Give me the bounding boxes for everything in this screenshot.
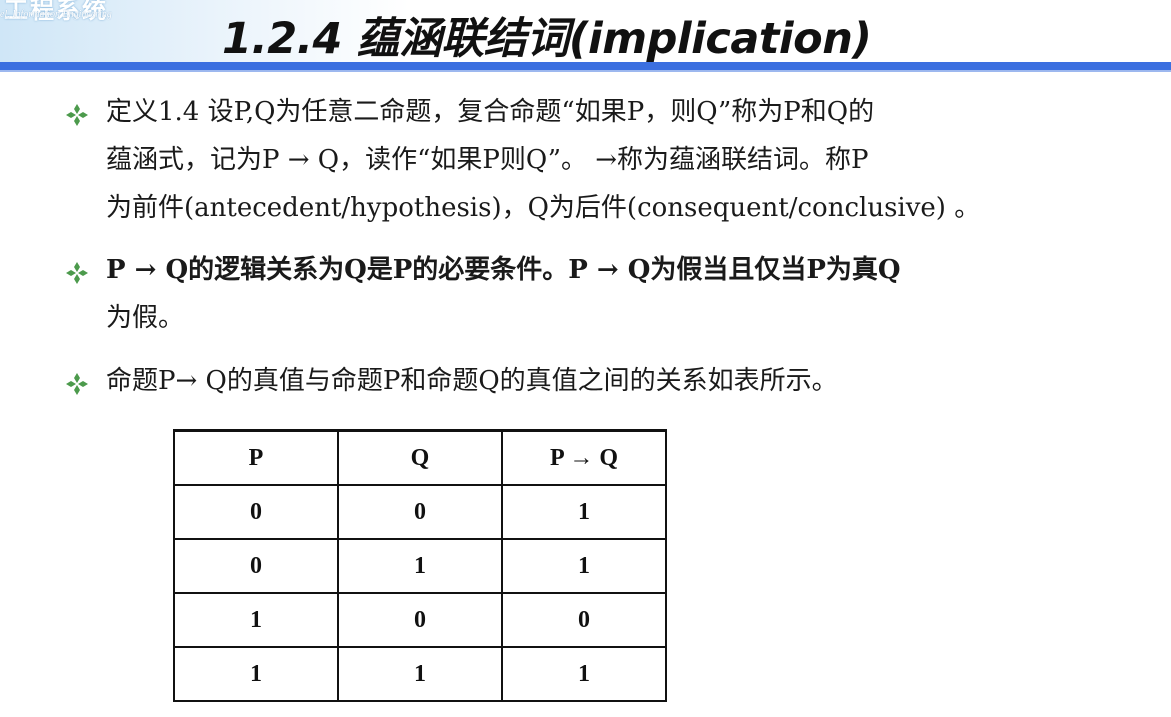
- table-row: 1 0 0: [173, 592, 667, 648]
- table-cell: 0: [501, 592, 667, 648]
- table-row: 0 0 1: [173, 484, 667, 540]
- bullet-text: 命题P→ Q的真值与命题P和命题Q的真值之间的关系如表所示。: [106, 357, 1006, 405]
- table-cell: 0: [173, 484, 339, 540]
- column-header: Q: [337, 429, 503, 486]
- table-cell: 1: [501, 646, 667, 702]
- bullet-line: 为前件(antecedent/hypothesis)，Q为后件(conseque…: [106, 193, 981, 223]
- column-header: P: [173, 429, 339, 486]
- bullet-line: 定义1.4 设P,Q为任意二命题，复合命题“如果P，则Q”称为P和Q的: [106, 97, 875, 127]
- bullet-text: 定义1.4 设P,Q为任意二命题，复合命题“如果P，则Q”称为P和Q的 蕴涵式，…: [106, 88, 1006, 232]
- title-divider-shadow: [0, 70, 1171, 72]
- bullet-line: 为假。: [106, 303, 185, 333]
- table-cell: 1: [173, 646, 339, 702]
- title-divider: [0, 62, 1171, 70]
- table-row: 0 1 1: [173, 538, 667, 594]
- table-cell: 1: [501, 484, 667, 540]
- table-cell: 0: [337, 484, 503, 540]
- table-cell: 1: [337, 646, 503, 702]
- bullet-line: 命题P→ Q的真值与命题P和命题Q的真值之间的关系如表所示。: [106, 366, 838, 396]
- table-cell: 0: [337, 592, 503, 648]
- diamond-bullet-icon: [66, 104, 88, 126]
- diamond-bullet-icon: [66, 262, 88, 284]
- bullet-line: 蕴涵式，记为P → Q，读作“如果P则Q”。 →称为蕴涵联结词。称P: [106, 145, 869, 175]
- bullet-text: P → Q的逻辑关系为Q是P的必要条件。P → Q为假当且仅当P为真Q 为假。: [106, 246, 1006, 342]
- logo-text-en: el, Information Engineering: [0, 9, 112, 20]
- table-cell: 1: [501, 538, 667, 594]
- table-cell: 0: [173, 538, 339, 594]
- diamond-bullet-icon: [66, 373, 88, 395]
- logo: 工程系统 el, Information Engineering: [0, 0, 120, 26]
- truth-table: P Q P → Q 0 0 1 0 1 1 1 0 0 1 1 1: [173, 429, 667, 702]
- column-header: P → Q: [501, 429, 667, 486]
- slide-title: 1.2.4 蕴涵联结词(implication): [222, 14, 872, 64]
- slide-header: 工程系统 el, Information Engineering 1.2.4 蕴…: [0, 0, 1171, 68]
- table-cell: 1: [173, 592, 339, 648]
- table-row: 1 1 1: [173, 646, 667, 702]
- table-header-row: P Q P → Q: [173, 429, 667, 486]
- bullet-line: P → Q的逻辑关系为Q是P的必要条件。P → Q为假当且仅当P为真Q: [106, 255, 901, 285]
- table-cell: 1: [337, 538, 503, 594]
